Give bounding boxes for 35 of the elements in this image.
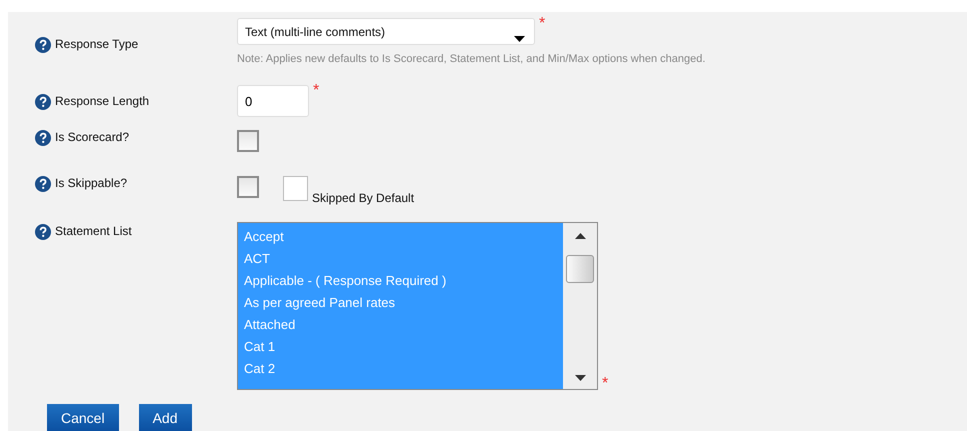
input-field[interactable]: 0: [237, 85, 309, 117]
scroll-thumb[interactable]: [566, 255, 594, 283]
field-label: Response Type: [55, 37, 138, 51]
scrollbar[interactable]: [563, 223, 597, 389]
required-mark: *: [602, 378, 608, 390]
scroll-up-icon[interactable]: [574, 233, 586, 239]
list-option[interactable]: As per agreed Panel rates: [244, 292, 563, 314]
list-option[interactable]: Accept: [244, 226, 563, 248]
form-button[interactable]: Add: [138, 404, 192, 431]
caret-icon: [514, 36, 525, 42]
list-option[interactable]: Cat 1: [244, 336, 563, 358]
help-icon[interactable]: [35, 94, 51, 110]
checkbox[interactable]: [237, 130, 259, 152]
statement-listbox[interactable]: Accept ACT Applicable - ( Response Required ) As per agreed Panel rates Attached Cat 1 Cat 2: [237, 222, 598, 390]
form-button[interactable]: Cancel: [47, 404, 119, 431]
scroll-down-icon[interactable]: [574, 375, 586, 381]
list-option[interactable]: Applicable - ( Response Required ): [244, 270, 563, 292]
list-option[interactable]: ACT: [244, 248, 563, 270]
field-label: Statement List: [55, 224, 132, 238]
checkbox[interactable]: [283, 176, 308, 201]
field-label: Response Length: [55, 94, 150, 108]
help-icon[interactable]: [35, 176, 51, 192]
list-option[interactable]: Cat 2: [244, 358, 563, 380]
note-text: Note: Applies new defaults to Is Scorecard, Statement List, and Min/Max options when changed.: [237, 53, 706, 65]
field-label: Is Skippable?: [55, 176, 128, 190]
checkbox-label: Skipped By Default: [312, 191, 414, 205]
response-type-dropdown[interactable]: Text (multi-line comments): [237, 18, 535, 45]
checkbox[interactable]: [237, 176, 259, 198]
required-mark: *: [539, 18, 546, 30]
required-mark: *: [313, 85, 320, 97]
field-label: Is Scorecard?: [55, 130, 130, 144]
help-icon[interactable]: [35, 37, 51, 53]
help-icon[interactable]: [35, 224, 51, 240]
list-option[interactable]: Attached: [244, 314, 563, 336]
help-icon[interactable]: [35, 130, 51, 146]
